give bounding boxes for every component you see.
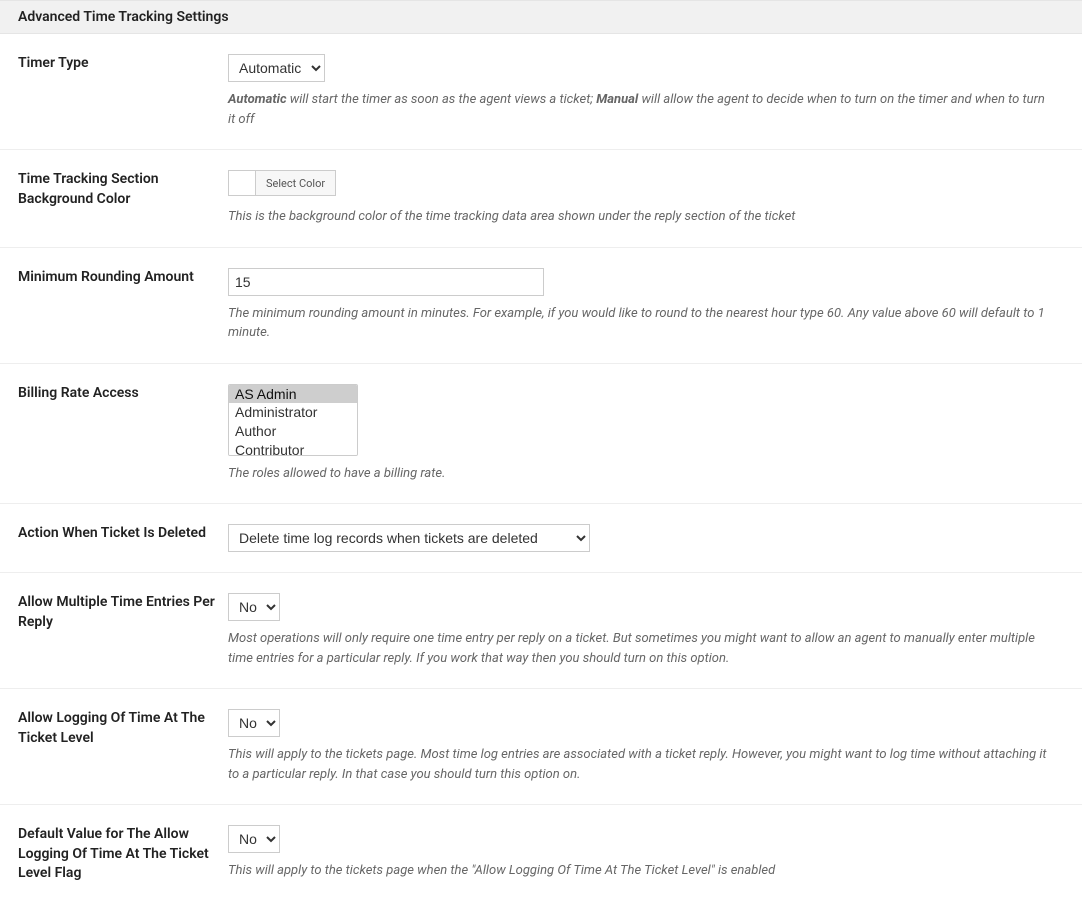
desc-default-log-ticket: This will apply to the tickets page when… (228, 861, 1072, 881)
settings-table: Timer Type Automatic Automatic will star… (0, 34, 1082, 904)
row-bg-color: Time Tracking Section Background Color S… (0, 150, 1082, 248)
row-action-deleted: Action When Ticket Is Deleted Delete tim… (0, 504, 1082, 573)
row-log-ticket-level: Allow Logging Of Time At The Ticket Leve… (0, 689, 1082, 805)
billing-option-as-admin[interactable]: AS Admin (229, 385, 357, 404)
desc-timer-type: Automatic will start the timer as soon a… (228, 90, 1072, 129)
desc-min-round: The minimum rounding amount in minutes. … (228, 304, 1072, 343)
min-round-input[interactable] (228, 268, 544, 296)
row-default-log-ticket: Default Value for The Allow Logging Of T… (0, 805, 1082, 904)
default-log-ticket-select[interactable]: No (228, 825, 280, 853)
billing-option-administrator[interactable]: Administrator (229, 403, 357, 422)
color-picker-label: Select Color (256, 171, 335, 195)
label-log-ticket-level: Allow Logging Of Time At The Ticket Leve… (0, 689, 228, 805)
action-deleted-select[interactable]: Delete time log records when tickets are… (228, 524, 590, 552)
row-multi-entries: Allow Multiple Time Entries Per Reply No… (0, 573, 1082, 689)
billing-option-author[interactable]: Author (229, 422, 357, 441)
label-min-round: Minimum Rounding Amount (0, 247, 228, 363)
color-swatch (229, 171, 256, 195)
desc-multi-entries: Most operations will only require one ti… (228, 629, 1072, 668)
row-timer-type: Timer Type Automatic Automatic will star… (0, 34, 1082, 150)
row-min-round: Minimum Rounding Amount The minimum roun… (0, 247, 1082, 363)
label-bg-color: Time Tracking Section Background Color (0, 150, 228, 248)
label-billing-access: Billing Rate Access (0, 363, 228, 504)
log-ticket-level-select[interactable]: No (228, 709, 280, 737)
desc-log-ticket-level: This will apply to the tickets page. Mos… (228, 745, 1072, 784)
row-billing-access: Billing Rate Access AS Admin Administrat… (0, 363, 1082, 504)
label-multi-entries: Allow Multiple Time Entries Per Reply (0, 573, 228, 689)
desc-bg-color: This is the background color of the time… (228, 207, 1072, 227)
multi-entries-select[interactable]: No (228, 593, 280, 621)
desc-billing-access: The roles allowed to have a billing rate… (228, 464, 1072, 484)
color-picker-button[interactable]: Select Color (228, 170, 336, 196)
section-header: Advanced Time Tracking Settings (0, 0, 1082, 34)
label-timer-type: Timer Type (0, 34, 228, 150)
billing-option-contributor[interactable]: Contributor (229, 441, 357, 456)
label-action-deleted: Action When Ticket Is Deleted (0, 504, 228, 573)
billing-access-select[interactable]: AS Admin Administrator Author Contributo… (228, 384, 358, 456)
timer-type-select[interactable]: Automatic (228, 54, 325, 82)
label-default-log-ticket: Default Value for The Allow Logging Of T… (0, 805, 228, 904)
